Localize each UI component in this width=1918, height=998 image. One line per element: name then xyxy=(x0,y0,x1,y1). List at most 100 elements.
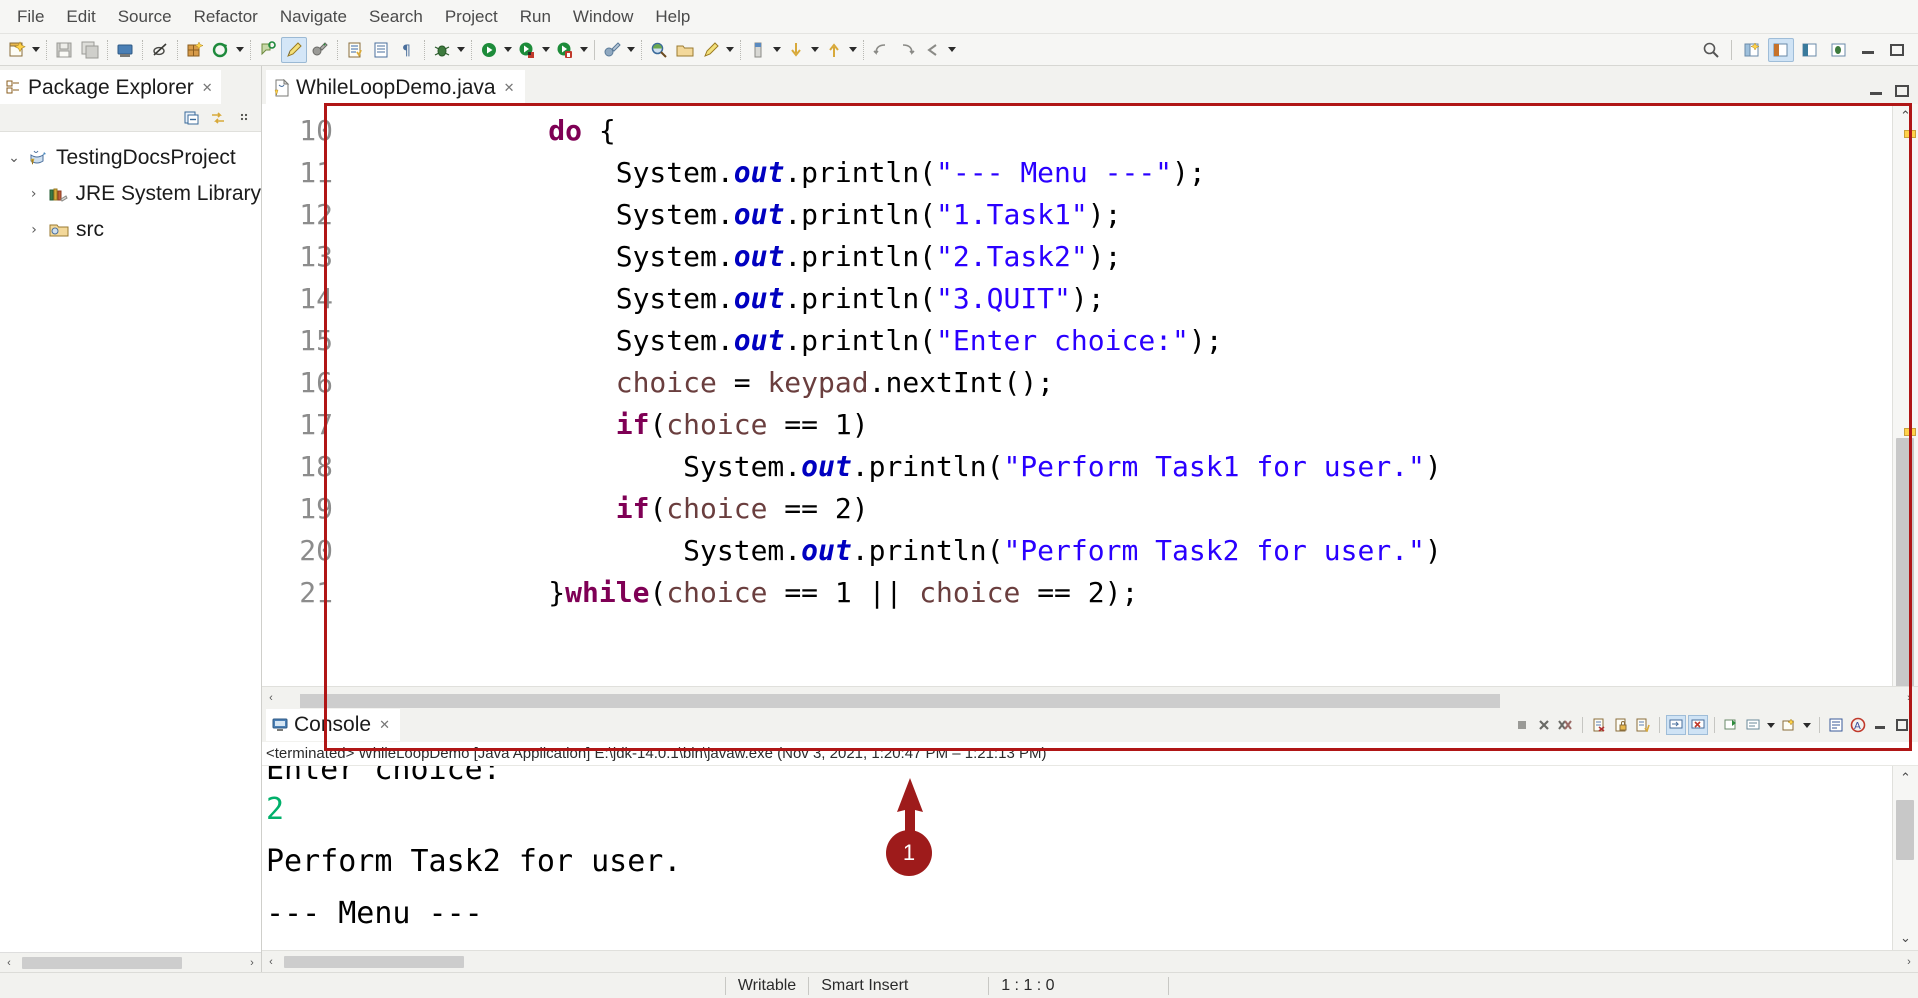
code-line[interactable]: System.out.println("Enter choice:"); xyxy=(346,320,1892,362)
code-line[interactable]: if(choice == 1) xyxy=(346,404,1892,446)
new-wizard-dropdown-icon[interactable] xyxy=(30,37,42,63)
run-last-tool-icon[interactable] xyxy=(552,37,578,63)
open-console-dropdown-icon[interactable] xyxy=(1801,712,1813,738)
tree-item-testingdocsproject[interactable]: ⌄ ! TestingDocsProject xyxy=(0,140,261,176)
display-console-dropdown-icon[interactable] xyxy=(1765,712,1777,738)
remove-all-launches-icon[interactable] xyxy=(1556,715,1576,735)
next-annotation-icon[interactable] xyxy=(745,37,771,63)
lock-scroll-icon[interactable] xyxy=(1611,715,1631,735)
code-line[interactable]: System.out.println("Perform Task2 for us… xyxy=(346,530,1892,572)
console-hscrollbar[interactable]: ‹ › xyxy=(262,950,1918,972)
scroll-left-icon[interactable]: ‹ xyxy=(262,689,280,707)
close-icon[interactable]: ✕ xyxy=(379,717,390,733)
search-icon[interactable] xyxy=(646,37,672,63)
source-code-area[interactable]: do { System.out.println("--- Menu ---");… xyxy=(346,104,1892,686)
menu-help[interactable]: Help xyxy=(644,4,701,30)
terminate-icon[interactable] xyxy=(1512,715,1532,735)
scroll-left-icon[interactable]: ‹ xyxy=(0,954,18,972)
scroll-down-icon[interactable]: ⌄ xyxy=(1894,926,1918,950)
tab-console[interactable]: Console ✕ xyxy=(266,709,400,741)
chevron-down-icon[interactable]: ⌄ xyxy=(6,150,22,166)
clear-console-icon[interactable] xyxy=(1589,715,1609,735)
search-toolbar-icon[interactable] xyxy=(1698,37,1724,63)
code-line[interactable]: System.out.println("1.Task1"); xyxy=(346,194,1892,236)
show-console-when-stderr-icon[interactable] xyxy=(1688,715,1708,735)
previous-annotation-dropdown-icon[interactable] xyxy=(809,37,821,63)
show-console-when-stdout-icon[interactable] xyxy=(1666,715,1686,735)
coverage-icon[interactable] xyxy=(514,37,540,63)
code-line[interactable]: System.out.println("Perform Task1 for us… xyxy=(346,446,1892,488)
save-icon[interactable] xyxy=(51,37,77,63)
remove-launch-icon[interactable] xyxy=(1534,715,1554,735)
open-folder-icon[interactable] xyxy=(672,37,698,63)
new-wizard-icon[interactable] xyxy=(4,37,30,63)
forward-icon[interactable] xyxy=(894,37,920,63)
vscroll-thumb[interactable] xyxy=(1896,800,1914,860)
package-explorer-hscrollbar[interactable]: ‹ › xyxy=(0,952,261,972)
menu-navigate[interactable]: Navigate xyxy=(269,4,358,30)
window-maximize-icon[interactable] xyxy=(1884,38,1910,62)
new-java-class-dropdown-icon[interactable] xyxy=(234,37,246,63)
scroll-up-icon[interactable]: ⌃ xyxy=(1894,104,1918,128)
menu-run[interactable]: Run xyxy=(509,4,562,30)
save-all-icon[interactable] xyxy=(77,37,103,63)
open-task-icon[interactable] xyxy=(342,37,368,63)
code-line[interactable]: choice = keypad.nextInt(); xyxy=(346,362,1892,404)
hscroll-track[interactable] xyxy=(280,691,1900,705)
vscroll-track[interactable] xyxy=(1893,790,1918,926)
pin-console-icon[interactable] xyxy=(1721,715,1741,735)
console-vscrollbar[interactable]: ⌃ ⌄ xyxy=(1892,766,1918,950)
scroll-up-icon[interactable]: ⌃ xyxy=(1894,766,1918,790)
java-perspective-icon[interactable] xyxy=(1768,38,1794,62)
hscroll-thumb[interactable] xyxy=(22,957,182,969)
scroll-left-icon[interactable]: ‹ xyxy=(262,953,280,971)
minimize-icon[interactable] xyxy=(1870,715,1890,735)
run-dropdown-icon[interactable] xyxy=(502,37,514,63)
close-icon[interactable]: ✕ xyxy=(504,80,515,96)
edit-icon[interactable] xyxy=(281,37,307,63)
debug-perspective-icon[interactable] xyxy=(1826,38,1852,62)
overview-warning-marker[interactable] xyxy=(1904,428,1916,436)
menu-window[interactable]: Window xyxy=(562,4,644,30)
previous-annotation-icon[interactable] xyxy=(783,37,809,63)
tree-item-jre-system-library[interactable]: › JRE System Library xyxy=(0,176,261,212)
open-perspective-icon[interactable] xyxy=(1739,38,1765,62)
external-tools-run-icon[interactable] xyxy=(599,37,625,63)
chevron-right-icon[interactable]: › xyxy=(26,186,41,202)
external-tools-icon[interactable] xyxy=(307,37,333,63)
menu-refactor[interactable]: Refactor xyxy=(183,4,269,30)
menu-search[interactable]: Search xyxy=(358,4,434,30)
close-icon[interactable]: ✕ xyxy=(202,80,213,96)
next-member-dropdown-icon[interactable] xyxy=(847,37,859,63)
word-wrap-icon[interactable] xyxy=(1826,715,1846,735)
new-java-package-icon[interactable] xyxy=(182,37,208,63)
new-java-class-icon[interactable] xyxy=(208,37,234,63)
debug-icon[interactable] xyxy=(429,37,455,63)
code-line[interactable]: System.out.println("--- Menu ---"); xyxy=(346,152,1892,194)
code-line[interactable]: if(choice == 2) xyxy=(346,488,1892,530)
menu-project[interactable]: Project xyxy=(434,4,509,30)
scroll-right-icon[interactable]: › xyxy=(1900,689,1918,707)
debug-dropdown-icon[interactable] xyxy=(455,37,467,63)
menu-edit[interactable]: Edit xyxy=(55,4,106,30)
chevron-right-icon[interactable]: › xyxy=(26,222,42,238)
scroll-right-icon[interactable]: › xyxy=(1900,953,1918,971)
show-console-on-output-icon[interactable] xyxy=(1633,715,1653,735)
collapse-all-icon[interactable] xyxy=(183,109,201,127)
view-menu-icon[interactable] xyxy=(235,109,253,127)
editor-vscrollbar[interactable]: ⌃ ⌄ xyxy=(1892,104,1918,686)
menu-file[interactable]: File xyxy=(6,4,55,30)
prev-edit-dropdown-icon[interactable] xyxy=(946,37,958,63)
external-tools-dropdown-icon[interactable] xyxy=(625,37,637,63)
maximize-icon[interactable] xyxy=(1894,84,1910,98)
toggle-markoccurrences-icon[interactable] xyxy=(147,37,173,63)
print-icon[interactable] xyxy=(112,37,138,63)
code-line[interactable]: }while(choice == 1 || choice == 2); xyxy=(346,572,1892,614)
display-selected-console-icon[interactable] xyxy=(1743,715,1763,735)
code-line[interactable]: System.out.println("2.Task2"); xyxy=(346,236,1892,278)
open-console-icon[interactable] xyxy=(1779,715,1799,735)
next-member-icon[interactable] xyxy=(821,37,847,63)
coverage-dropdown-icon[interactable] xyxy=(540,37,552,63)
autoscroll-icon[interactable]: A xyxy=(1848,715,1868,735)
minimize-icon[interactable] xyxy=(1868,84,1884,98)
